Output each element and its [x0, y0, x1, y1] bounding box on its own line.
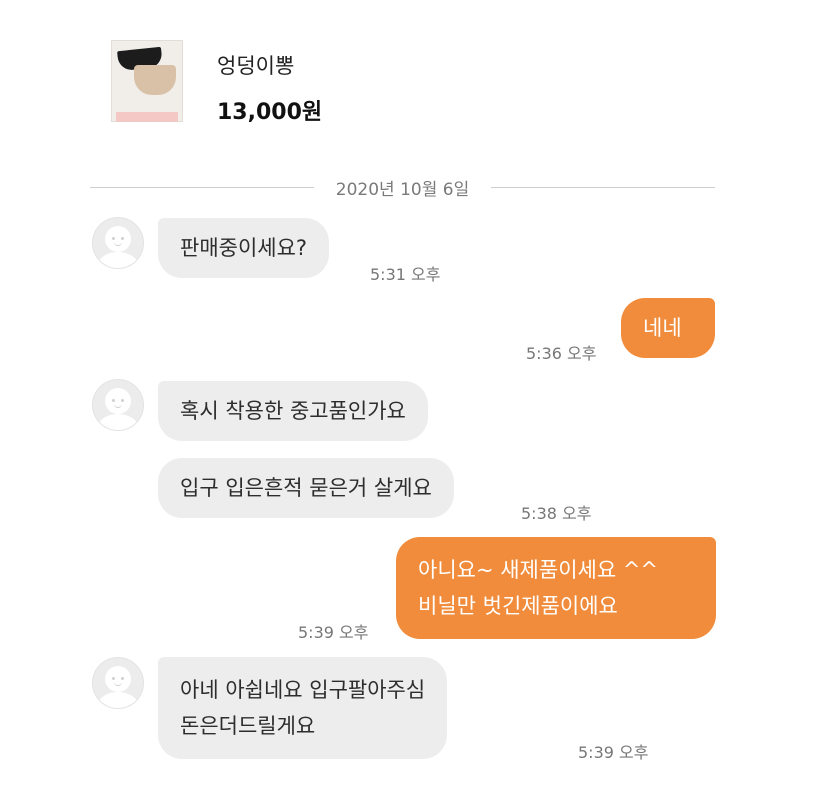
- product-name: 엉덩이뽕: [217, 54, 295, 78]
- divider: [491, 186, 716, 188]
- message-text-line: 아네 아쉽네요 입구팔아주심: [180, 678, 426, 702]
- avatar-icon[interactable]: [92, 657, 144, 709]
- product-thumbnail[interactable]: [111, 40, 183, 122]
- message-bubble-incoming[interactable]: 아네 아쉽네요 입구팔아주심 돈은더드릴게요: [158, 657, 448, 759]
- message-text: 네네: [643, 316, 682, 340]
- product-image-strip: [116, 112, 178, 122]
- message-text-line: 아니요~ 새제품이세요 ^^: [418, 558, 659, 582]
- message-time: 5:38 오후: [521, 504, 592, 523]
- date-label: 2020년 10월 6일: [335, 179, 470, 200]
- message-time: 5:39 오후: [578, 743, 649, 762]
- avatar-icon[interactable]: [92, 379, 144, 431]
- message-text-line: 돈은더드릴게요: [180, 714, 316, 738]
- message-bubble-incoming[interactable]: 판매중이세요?: [158, 218, 330, 278]
- product-price: 13,000원: [217, 100, 323, 125]
- message-text-line: 비닐만 벗긴제품이에요: [418, 594, 618, 618]
- message-text: 판매중이세요?: [180, 236, 308, 260]
- product-image-beige-item: [134, 65, 176, 95]
- product-card[interactable]: 엉덩이뽕 13,000원: [111, 40, 322, 126]
- message-time: 5:31 오후: [370, 265, 441, 284]
- date-separator: 2020년 10월 6일: [90, 174, 716, 200]
- message-text: 입구 입은흔적 묻은거 살게요: [180, 476, 432, 500]
- message-time: 5:36 오후: [526, 344, 597, 363]
- message-bubble-incoming[interactable]: 입구 입은흔적 묻은거 살게요: [158, 458, 454, 518]
- product-info: 엉덩이뽕 13,000원: [217, 40, 322, 126]
- message-bubble-outgoing[interactable]: 네네: [621, 298, 715, 358]
- divider: [90, 186, 314, 188]
- message-text: 혹시 착용한 중고품인가요: [180, 399, 406, 423]
- message-time: 5:39 오후: [298, 623, 369, 642]
- avatar-icon[interactable]: [92, 217, 144, 269]
- message-bubble-outgoing[interactable]: 아니요~ 새제품이세요 ^^ 비닐만 벗긴제품이에요: [396, 537, 716, 639]
- message-bubble-incoming[interactable]: 혹시 착용한 중고품인가요: [158, 381, 428, 441]
